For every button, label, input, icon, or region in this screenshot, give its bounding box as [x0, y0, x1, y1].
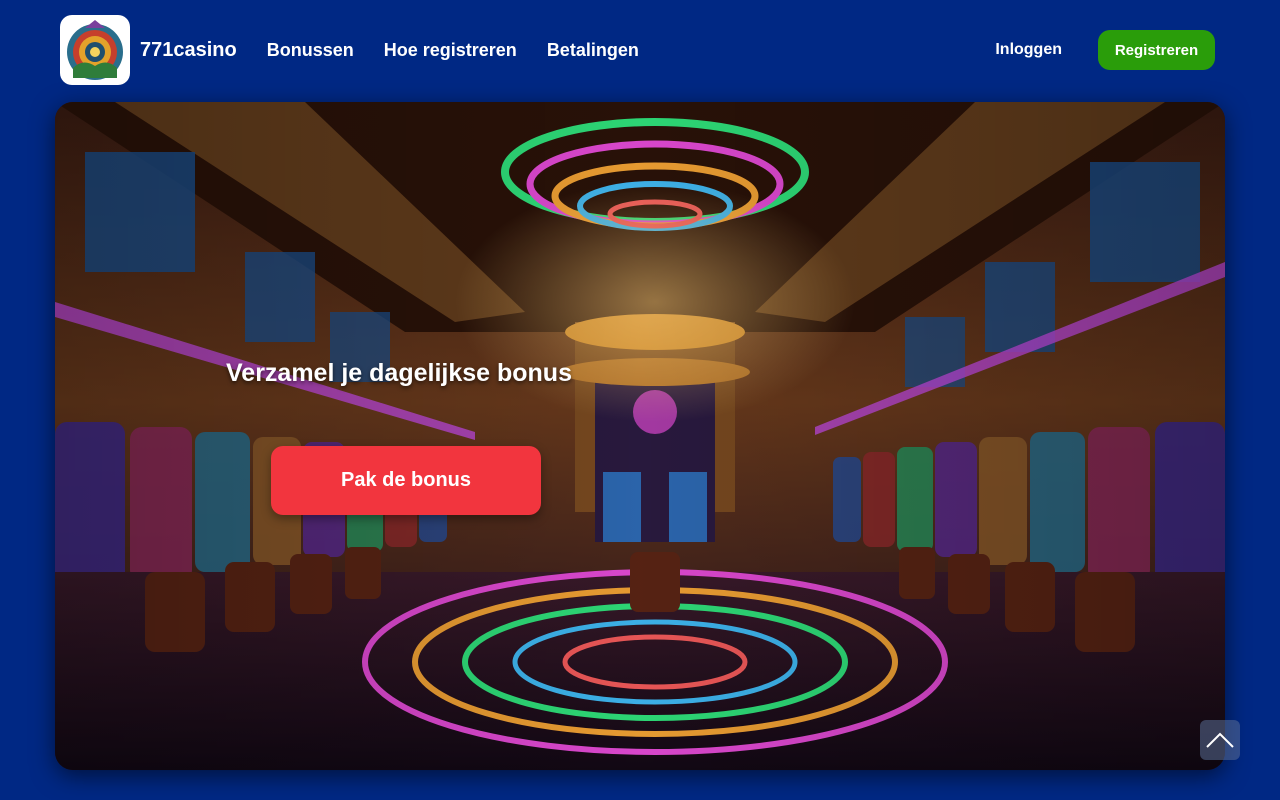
hero-banner: Verzamel je dagelijkse bonus Pak de bonu…: [55, 102, 1225, 770]
register-button[interactable]: Registreren: [1098, 30, 1215, 70]
header-actions: Inloggen Registreren: [995, 30, 1215, 70]
brand-name[interactable]: 771casino: [140, 39, 237, 62]
casino-logo-icon[interactable]: [60, 15, 130, 85]
site-header: 771casino Bonussen Hoe registreren Betal…: [60, 15, 1215, 85]
nav-item-hoe-registreren[interactable]: Hoe registreren: [384, 40, 517, 61]
hero-title: Verzamel je dagelijkse bonus: [226, 359, 572, 387]
nav-item-betalingen[interactable]: Betalingen: [547, 40, 639, 61]
login-link[interactable]: Inloggen: [995, 41, 1062, 59]
claim-bonus-button[interactable]: Pak de bonus: [271, 446, 541, 515]
scroll-to-top-button[interactable]: [1200, 720, 1240, 760]
hero-overlay: [55, 102, 1225, 770]
chevron-up-icon: [1206, 732, 1234, 748]
nav-item-bonussen[interactable]: Bonussen: [267, 40, 354, 61]
main-nav: Bonussen Hoe registreren Betalingen: [267, 40, 639, 61]
